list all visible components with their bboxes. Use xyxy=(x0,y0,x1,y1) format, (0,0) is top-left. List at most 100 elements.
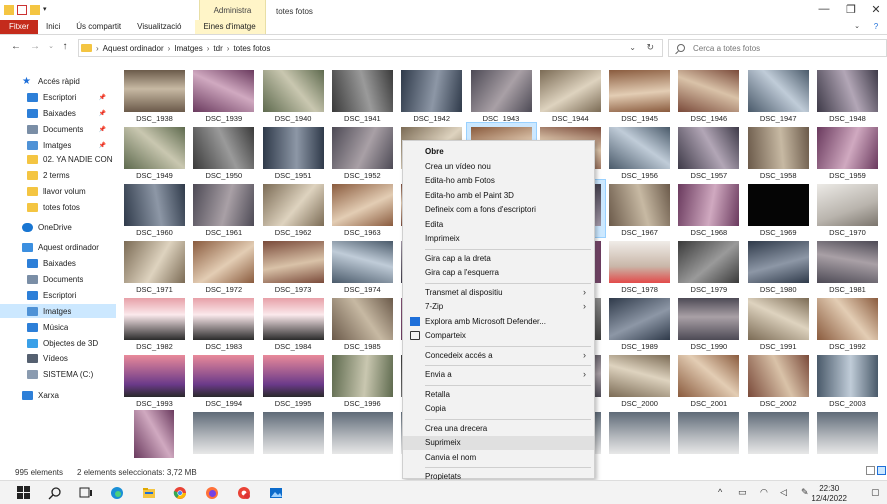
file-item[interactable] xyxy=(120,408,189,464)
file-item[interactable]: DSC_1978 xyxy=(605,237,674,294)
chrome-profile-icon[interactable] xyxy=(237,486,251,500)
menu-item[interactable]: Crea un vídeo nou xyxy=(403,160,594,174)
menu-item[interactable]: Canvia el nom xyxy=(403,451,594,465)
search-box[interactable] xyxy=(668,39,887,57)
file-item[interactable]: DSC_1991 xyxy=(744,294,813,351)
menu-item[interactable]: Gira cap a l'esquerra xyxy=(403,266,594,280)
clock[interactable]: 22:30 12/4/2022 xyxy=(811,484,847,504)
view-toggle-thumbnails-icon[interactable] xyxy=(877,466,886,475)
file-item[interactable]: DSC_2002 xyxy=(744,351,813,408)
file-item[interactable]: DSC_1983 xyxy=(189,294,258,351)
file-item[interactable]: DSC_1996 xyxy=(328,351,397,408)
forward-button[interactable]: → xyxy=(28,40,42,54)
file-item[interactable]: DSC_1994 xyxy=(189,351,258,408)
file-item[interactable]: DSC_1968 xyxy=(674,180,743,237)
file-item[interactable] xyxy=(605,408,674,464)
pin-icon[interactable]: 📌 xyxy=(99,126,106,133)
file-item[interactable] xyxy=(744,408,813,464)
sidebar-item[interactable]: Vídeos xyxy=(0,351,116,365)
file-item[interactable]: DSC_1979 xyxy=(674,237,743,294)
file-item[interactable]: DSC_1942 xyxy=(397,66,466,123)
file-item[interactable]: DSC_1950 xyxy=(189,123,258,180)
tray-chevron-icon[interactable]: ^ xyxy=(718,487,722,497)
file-item[interactable]: DSC_1945 xyxy=(605,66,674,123)
file-item[interactable]: DSC_1971 xyxy=(120,237,189,294)
file-item[interactable] xyxy=(259,408,328,464)
file-item[interactable] xyxy=(189,408,258,464)
menu-item[interactable]: Gira cap a la dreta xyxy=(403,252,594,266)
sidebar-item[interactable]: Aquest ordinador xyxy=(0,240,116,254)
file-item[interactable]: DSC_1981 xyxy=(813,237,882,294)
pin-icon[interactable]: 📌 xyxy=(99,110,106,117)
file-item[interactable]: DSC_1944 xyxy=(536,66,605,123)
file-item[interactable]: DSC_1980 xyxy=(744,237,813,294)
menu-item[interactable]: Crea una drecera xyxy=(403,422,594,436)
refresh-icon[interactable]: ↻ xyxy=(646,42,654,53)
file-item[interactable]: DSC_1993 xyxy=(120,351,189,408)
breadcrumb-tdr[interactable]: tdr xyxy=(213,44,222,53)
sidebar-item[interactable]: Escriptori xyxy=(0,288,116,302)
menu-item[interactable]: Edita xyxy=(403,218,594,232)
file-item[interactable]: DSC_1952 xyxy=(328,123,397,180)
firefox-icon[interactable] xyxy=(205,486,219,500)
search-icon[interactable] xyxy=(48,486,62,500)
sidebar-item[interactable]: Baixades 📌 xyxy=(0,106,116,120)
breadcrumb-this-pc[interactable]: Aquest ordinador xyxy=(103,44,164,53)
file-item[interactable]: DSC_1943 xyxy=(467,66,536,123)
file-item[interactable]: DSC_1962 xyxy=(259,180,328,237)
sidebar-item[interactable]: Imatges xyxy=(0,304,116,318)
sidebar-item[interactable]: ★ Accés ràpid xyxy=(0,74,116,88)
file-item[interactable]: DSC_1984 xyxy=(259,294,328,351)
file-item[interactable]: DSC_1947 xyxy=(744,66,813,123)
file-item[interactable] xyxy=(813,408,882,464)
file-item[interactable] xyxy=(674,408,743,464)
sidebar-item[interactable]: Imatges 📌 xyxy=(0,138,116,152)
sidebar-item[interactable]: Xarxa xyxy=(0,388,116,402)
menu-item[interactable]: Obre xyxy=(403,145,594,159)
sidebar-item[interactable]: SISTEMA (C:) xyxy=(0,367,116,381)
file-item[interactable]: DSC_1989 xyxy=(605,294,674,351)
file-item[interactable]: DSC_1967 xyxy=(605,180,674,237)
sidebar-item[interactable]: Objectes de 3D xyxy=(0,336,116,350)
menu-item[interactable]: Imprimeix xyxy=(403,232,594,246)
tab-picture-tools[interactable]: Eines d'imatge xyxy=(195,20,264,34)
address-bar[interactable]: › Aquest ordinador › Imatges › tdr › tot… xyxy=(78,39,663,57)
pen-icon[interactable]: ✎ xyxy=(801,487,809,498)
file-item[interactable]: DSC_1973 xyxy=(259,237,328,294)
back-button[interactable]: ← xyxy=(9,40,23,54)
tab-share[interactable]: Ús compartit xyxy=(68,20,129,34)
tab-view[interactable]: Visualització xyxy=(129,20,189,34)
sidebar-item[interactable]: 02. YA NADIE CONC xyxy=(0,152,116,166)
new-folder-icon[interactable] xyxy=(30,5,40,15)
tab-home[interactable]: Inici xyxy=(38,20,68,34)
address-dropdown-icon[interactable]: ⌄ xyxy=(629,43,636,52)
file-item[interactable]: DSC_2000 xyxy=(605,351,674,408)
sidebar-item[interactable]: totes fotos xyxy=(0,200,116,214)
file-item[interactable] xyxy=(328,408,397,464)
file-item[interactable]: DSC_1938 xyxy=(120,66,189,123)
file-item[interactable]: DSC_1949 xyxy=(120,123,189,180)
file-item[interactable]: DSC_1992 xyxy=(813,294,882,351)
file-item[interactable]: DSC_1946 xyxy=(674,66,743,123)
file-item[interactable]: DSC_1990 xyxy=(674,294,743,351)
menu-item[interactable]: Edita-ho amb Fotos xyxy=(403,174,594,188)
menu-item[interactable]: Explora amb Microsoft Defender... xyxy=(403,315,594,329)
file-item[interactable]: DSC_2003 xyxy=(813,351,882,408)
file-item[interactable]: DSC_1941 xyxy=(328,66,397,123)
file-item[interactable]: DSC_1995 xyxy=(259,351,328,408)
file-item[interactable]: DSC_1970 xyxy=(813,180,882,237)
notifications-icon[interactable]: ▢ xyxy=(871,487,880,498)
breadcrumb-pictures[interactable]: Imatges xyxy=(174,44,202,53)
menu-item[interactable]: Transmet al dispositiu › xyxy=(403,286,594,300)
menu-item[interactable]: Concedeix accés a › xyxy=(403,349,594,363)
chrome-icon[interactable] xyxy=(173,486,187,500)
photos-app-icon[interactable] xyxy=(269,486,283,500)
file-item[interactable]: DSC_1958 xyxy=(744,123,813,180)
file-item[interactable]: DSC_1969 xyxy=(744,180,813,237)
file-item[interactable]: DSC_1974 xyxy=(328,237,397,294)
sidebar-item[interactable]: Documents 📌 xyxy=(0,122,116,136)
edge-icon[interactable] xyxy=(110,486,124,500)
file-item[interactable]: DSC_1972 xyxy=(189,237,258,294)
task-view-icon[interactable] xyxy=(79,486,93,500)
file-item[interactable]: DSC_1985 xyxy=(328,294,397,351)
